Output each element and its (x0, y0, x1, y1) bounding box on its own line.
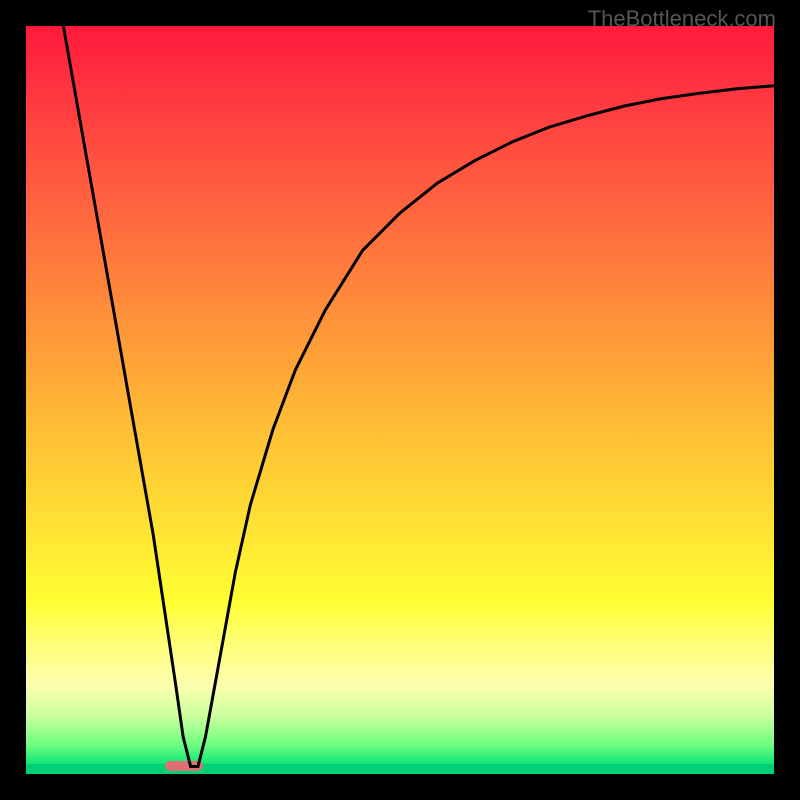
bottleneck-curve (26, 26, 774, 774)
watermark-text: TheBottleneck.com (588, 6, 776, 32)
plot-area (26, 26, 774, 774)
